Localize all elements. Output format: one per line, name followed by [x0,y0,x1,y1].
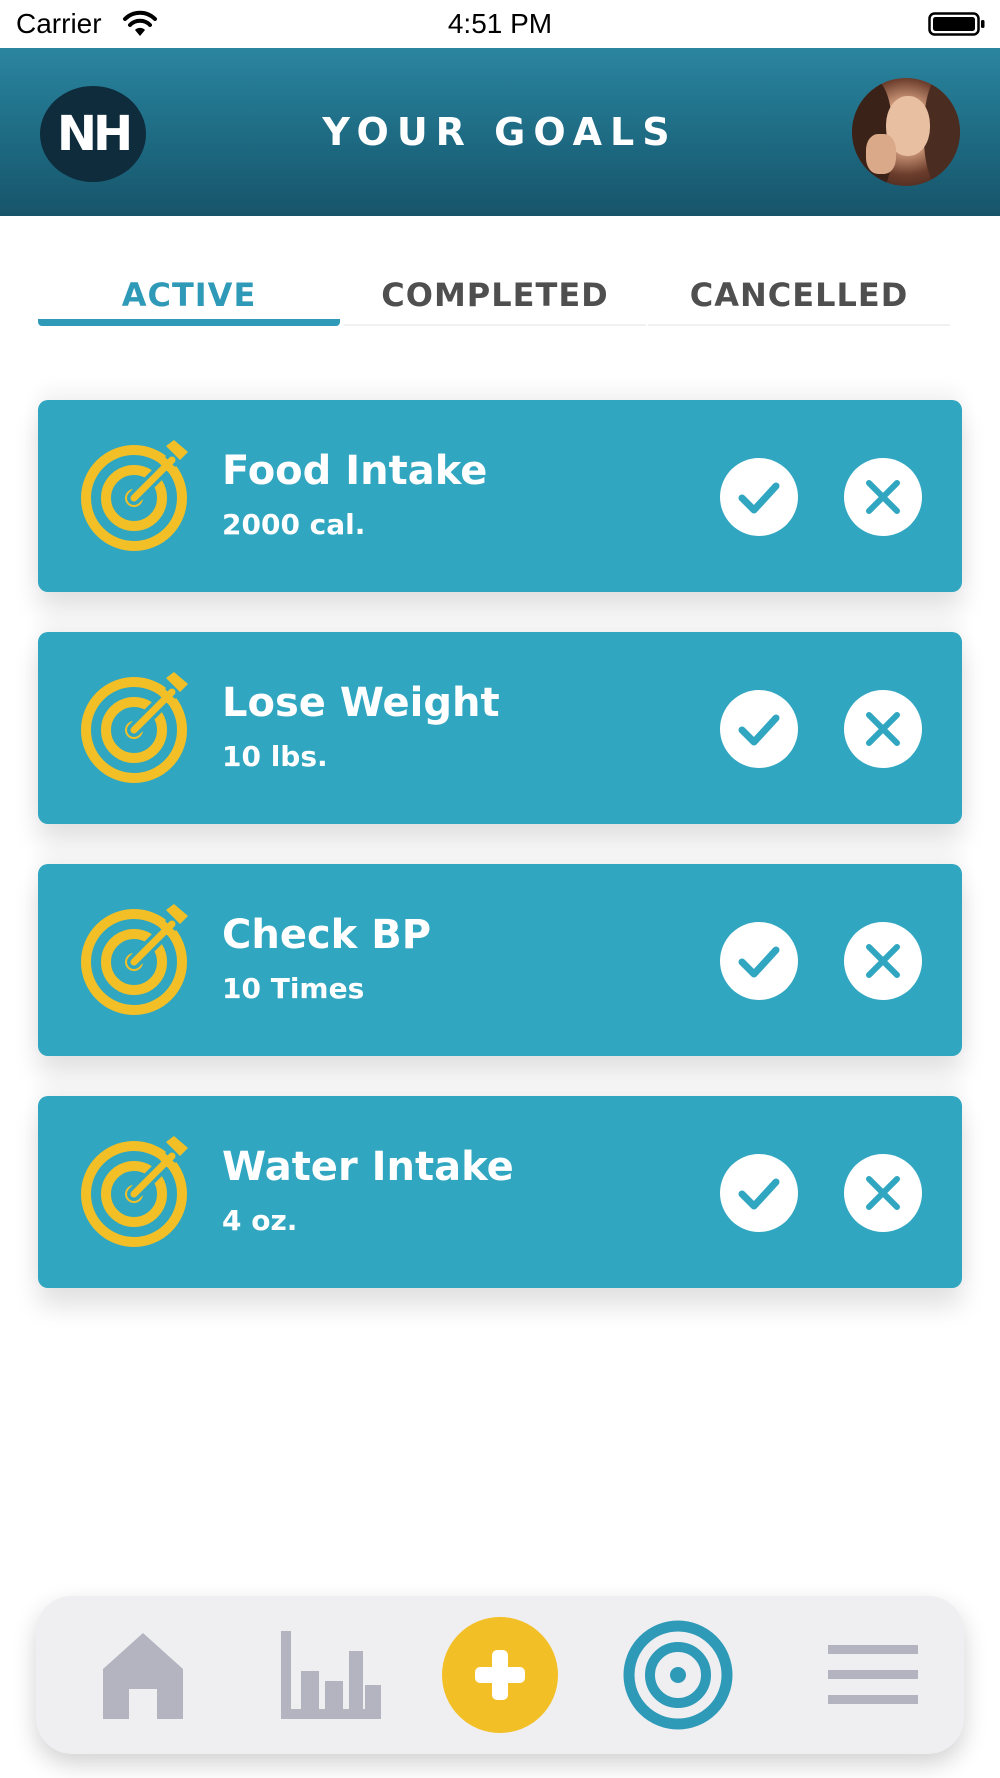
nav-home[interactable] [80,1596,206,1754]
tab-cancelled[interactable]: CANCELLED [648,268,950,326]
goal-card[interactable]: Lose Weight 10 lbs. [38,632,962,824]
check-icon [738,714,780,746]
stats-icon [281,1631,381,1719]
check-icon [738,946,780,978]
page-title: YOUR GOALS [322,110,678,154]
target-icon [81,672,188,783]
close-icon [866,712,900,746]
bottom-nav [36,1596,964,1754]
check-icon [738,1178,780,1210]
cancel-goal-button[interactable] [844,1154,922,1232]
check-icon [738,482,780,514]
goal-name: Lose Weight [222,680,500,726]
close-icon [866,944,900,978]
complete-goal-button[interactable] [720,458,798,536]
nav-stats[interactable] [258,1596,404,1754]
close-icon [866,480,900,514]
status-bar: Carrier 4:51 PM [0,0,1000,48]
complete-goal-button[interactable] [720,922,798,1000]
cancel-goal-button[interactable] [844,922,922,1000]
goals-icon [623,1620,733,1730]
goal-name: Water Intake [222,1144,514,1190]
complete-goal-button[interactable] [720,1154,798,1232]
goal-name: Check BP [222,912,432,958]
goal-name: Food Intake [222,448,488,494]
nav-add[interactable] [440,1596,560,1754]
target-icon [81,440,188,551]
goal-target: 4 oz. [222,1204,298,1237]
tab-completed[interactable]: COMPLETED [344,268,646,326]
cancel-goal-button[interactable] [844,458,922,536]
close-icon [866,1176,900,1210]
home-icon [103,1633,183,1719]
nav-goals[interactable] [620,1596,736,1754]
clock: 4:51 PM [447,8,553,39]
add-goal-button[interactable] [442,1617,558,1733]
goal-card[interactable]: Check BP 10 Times [38,864,962,1056]
plus-icon [475,1650,525,1700]
goal-status-tabs: ACTIVE COMPLETED CANCELLED [38,268,950,326]
goal-target: 2000 cal. [222,508,366,541]
battery-icon [928,12,985,36]
goal-card[interactable]: Water Intake 4 oz. [38,1096,962,1288]
tab-active[interactable]: ACTIVE [38,268,340,326]
app-header: NH YOUR GOALS [0,48,1000,216]
goal-target: 10 Times [222,972,365,1005]
target-icon [81,1136,188,1247]
goal-target: 10 lbs. [222,740,328,773]
nav-menu[interactable] [816,1596,930,1754]
cancel-goal-button[interactable] [844,690,922,768]
avatar[interactable] [852,78,960,186]
complete-goal-button[interactable] [720,690,798,768]
menu-icon [828,1645,918,1704]
goal-card[interactable]: Food Intake 2000 cal. [38,400,962,592]
target-icon [81,904,188,1015]
